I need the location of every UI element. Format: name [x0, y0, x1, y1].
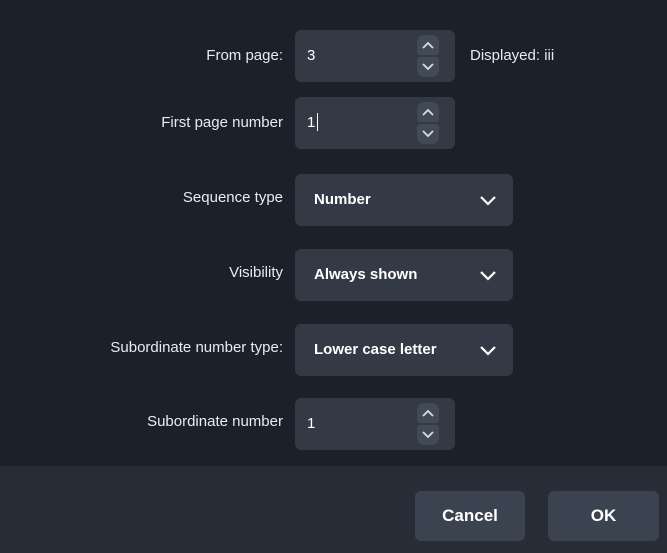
first-page-number-increment-button[interactable]	[417, 102, 439, 122]
sequence-type-label: Sequence type	[182, 189, 283, 206]
visibility-label: Visibility	[229, 264, 283, 281]
chevron-down-icon	[422, 63, 434, 71]
chevron-down-icon	[422, 431, 434, 439]
from-page-arrows	[417, 35, 439, 77]
chevron-down-icon	[480, 196, 496, 206]
displayed-page-label: Displayed: iii	[470, 47, 555, 64]
subordinate-number-type-dropdown[interactable]: Lower case letter	[295, 324, 513, 376]
first-page-number-arrows	[417, 102, 439, 144]
first-page-number-label: First page number	[161, 114, 283, 131]
visibility-value: Always shown	[314, 266, 418, 283]
from-page-label: From page:	[206, 47, 283, 64]
chevron-down-icon	[480, 346, 496, 356]
sequence-type-dropdown[interactable]: Number	[295, 174, 513, 226]
from-page-spinner[interactable]: 3	[295, 30, 455, 82]
cancel-button[interactable]: Cancel	[415, 491, 525, 541]
text-cursor	[317, 112, 319, 131]
from-page-value[interactable]: 3	[307, 30, 315, 82]
chevron-down-icon	[422, 130, 434, 138]
chevron-up-icon	[422, 409, 434, 417]
subordinate-number-arrows	[417, 403, 439, 445]
first-page-number-decrement-button[interactable]	[417, 124, 439, 144]
visibility-dropdown[interactable]: Always shown	[295, 249, 513, 301]
first-page-number-text: 1	[307, 114, 316, 131]
chevron-down-icon	[480, 271, 496, 281]
ok-button[interactable]: OK	[548, 491, 659, 541]
subordinate-number-label: Subordinate number	[147, 413, 283, 430]
sequence-type-value: Number	[314, 191, 371, 208]
from-page-increment-button[interactable]	[417, 35, 439, 55]
chevron-up-icon	[422, 108, 434, 116]
chevron-up-icon	[422, 41, 434, 49]
first-page-number-spinner[interactable]: 1	[295, 97, 455, 149]
subordinate-number-increment-button[interactable]	[417, 403, 439, 423]
dialog-body: From page: 3 Displayed: iii First page n…	[0, 0, 667, 466]
subordinate-number-spinner[interactable]: 1	[295, 398, 455, 450]
first-page-number-value[interactable]: 1	[307, 97, 319, 149]
from-page-decrement-button[interactable]	[417, 57, 439, 77]
subordinate-number-value[interactable]: 1	[307, 398, 315, 450]
subordinate-number-type-value: Lower case letter	[314, 341, 437, 358]
subordinate-number-type-label: Subordinate number type:	[110, 339, 283, 356]
subordinate-number-decrement-button[interactable]	[417, 425, 439, 445]
